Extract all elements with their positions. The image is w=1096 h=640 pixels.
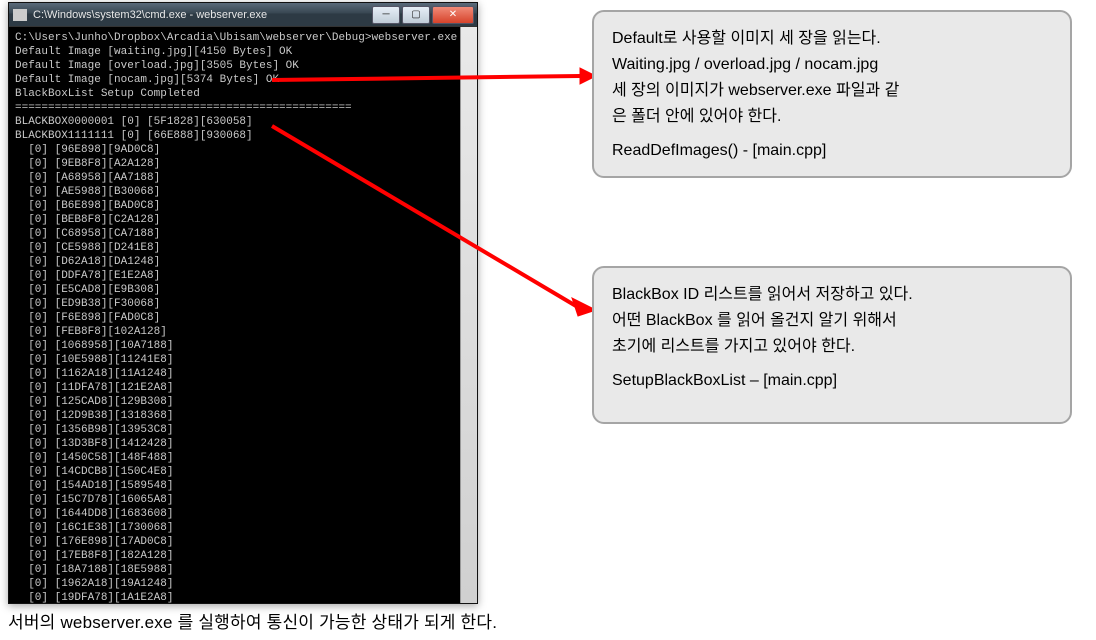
arrow-icon <box>270 120 600 320</box>
callout-line: SetupBlackBoxList – [main.cpp] <box>612 368 1052 394</box>
callout-line: 초기에 리스트를 가지고 있어야 한다. <box>612 334 1052 360</box>
callout-line: Waiting.jpg / overload.jpg / nocam.jpg <box>612 52 1052 78</box>
titlebar: C:\Windows\system32\cmd.exe - webserver.… <box>9 3 477 27</box>
maximize-button[interactable]: ▢ <box>402 6 430 24</box>
window-title: C:\Windows\system32\cmd.exe - webserver.… <box>33 9 370 21</box>
callout-line: 어떤 BlackBox 를 읽어 올건지 알기 위해서 <box>612 308 1052 334</box>
callout-line: BlackBox ID 리스트를 읽어서 저장하고 있다. <box>612 282 1052 308</box>
callout-line: 세 장의 이미지가 webserver.exe 파일과 같 <box>612 78 1052 104</box>
cmd-icon <box>13 9 27 21</box>
minimize-button[interactable]: ─ <box>372 6 400 24</box>
page-caption: 서버의 webserver.exe 를 실행하여 통신이 가능한 상태가 되게 … <box>8 608 497 633</box>
window-buttons: ─ ▢ ✕ <box>370 6 474 24</box>
arrow-icon <box>270 40 600 110</box>
callout-line: Default로 사용할 이미지 세 장을 읽는다. <box>612 26 1052 52</box>
close-button[interactable]: ✕ <box>432 6 474 24</box>
callout-default-images: Default로 사용할 이미지 세 장을 읽는다. Waiting.jpg /… <box>592 10 1072 178</box>
callout-line: ReadDefImages() - [main.cpp] <box>612 138 1052 164</box>
callout-blackbox-list: BlackBox ID 리스트를 읽어서 저장하고 있다. 어떤 BlackBo… <box>592 266 1072 424</box>
callout-line: 은 폴더 안에 있어야 한다. <box>612 104 1052 130</box>
